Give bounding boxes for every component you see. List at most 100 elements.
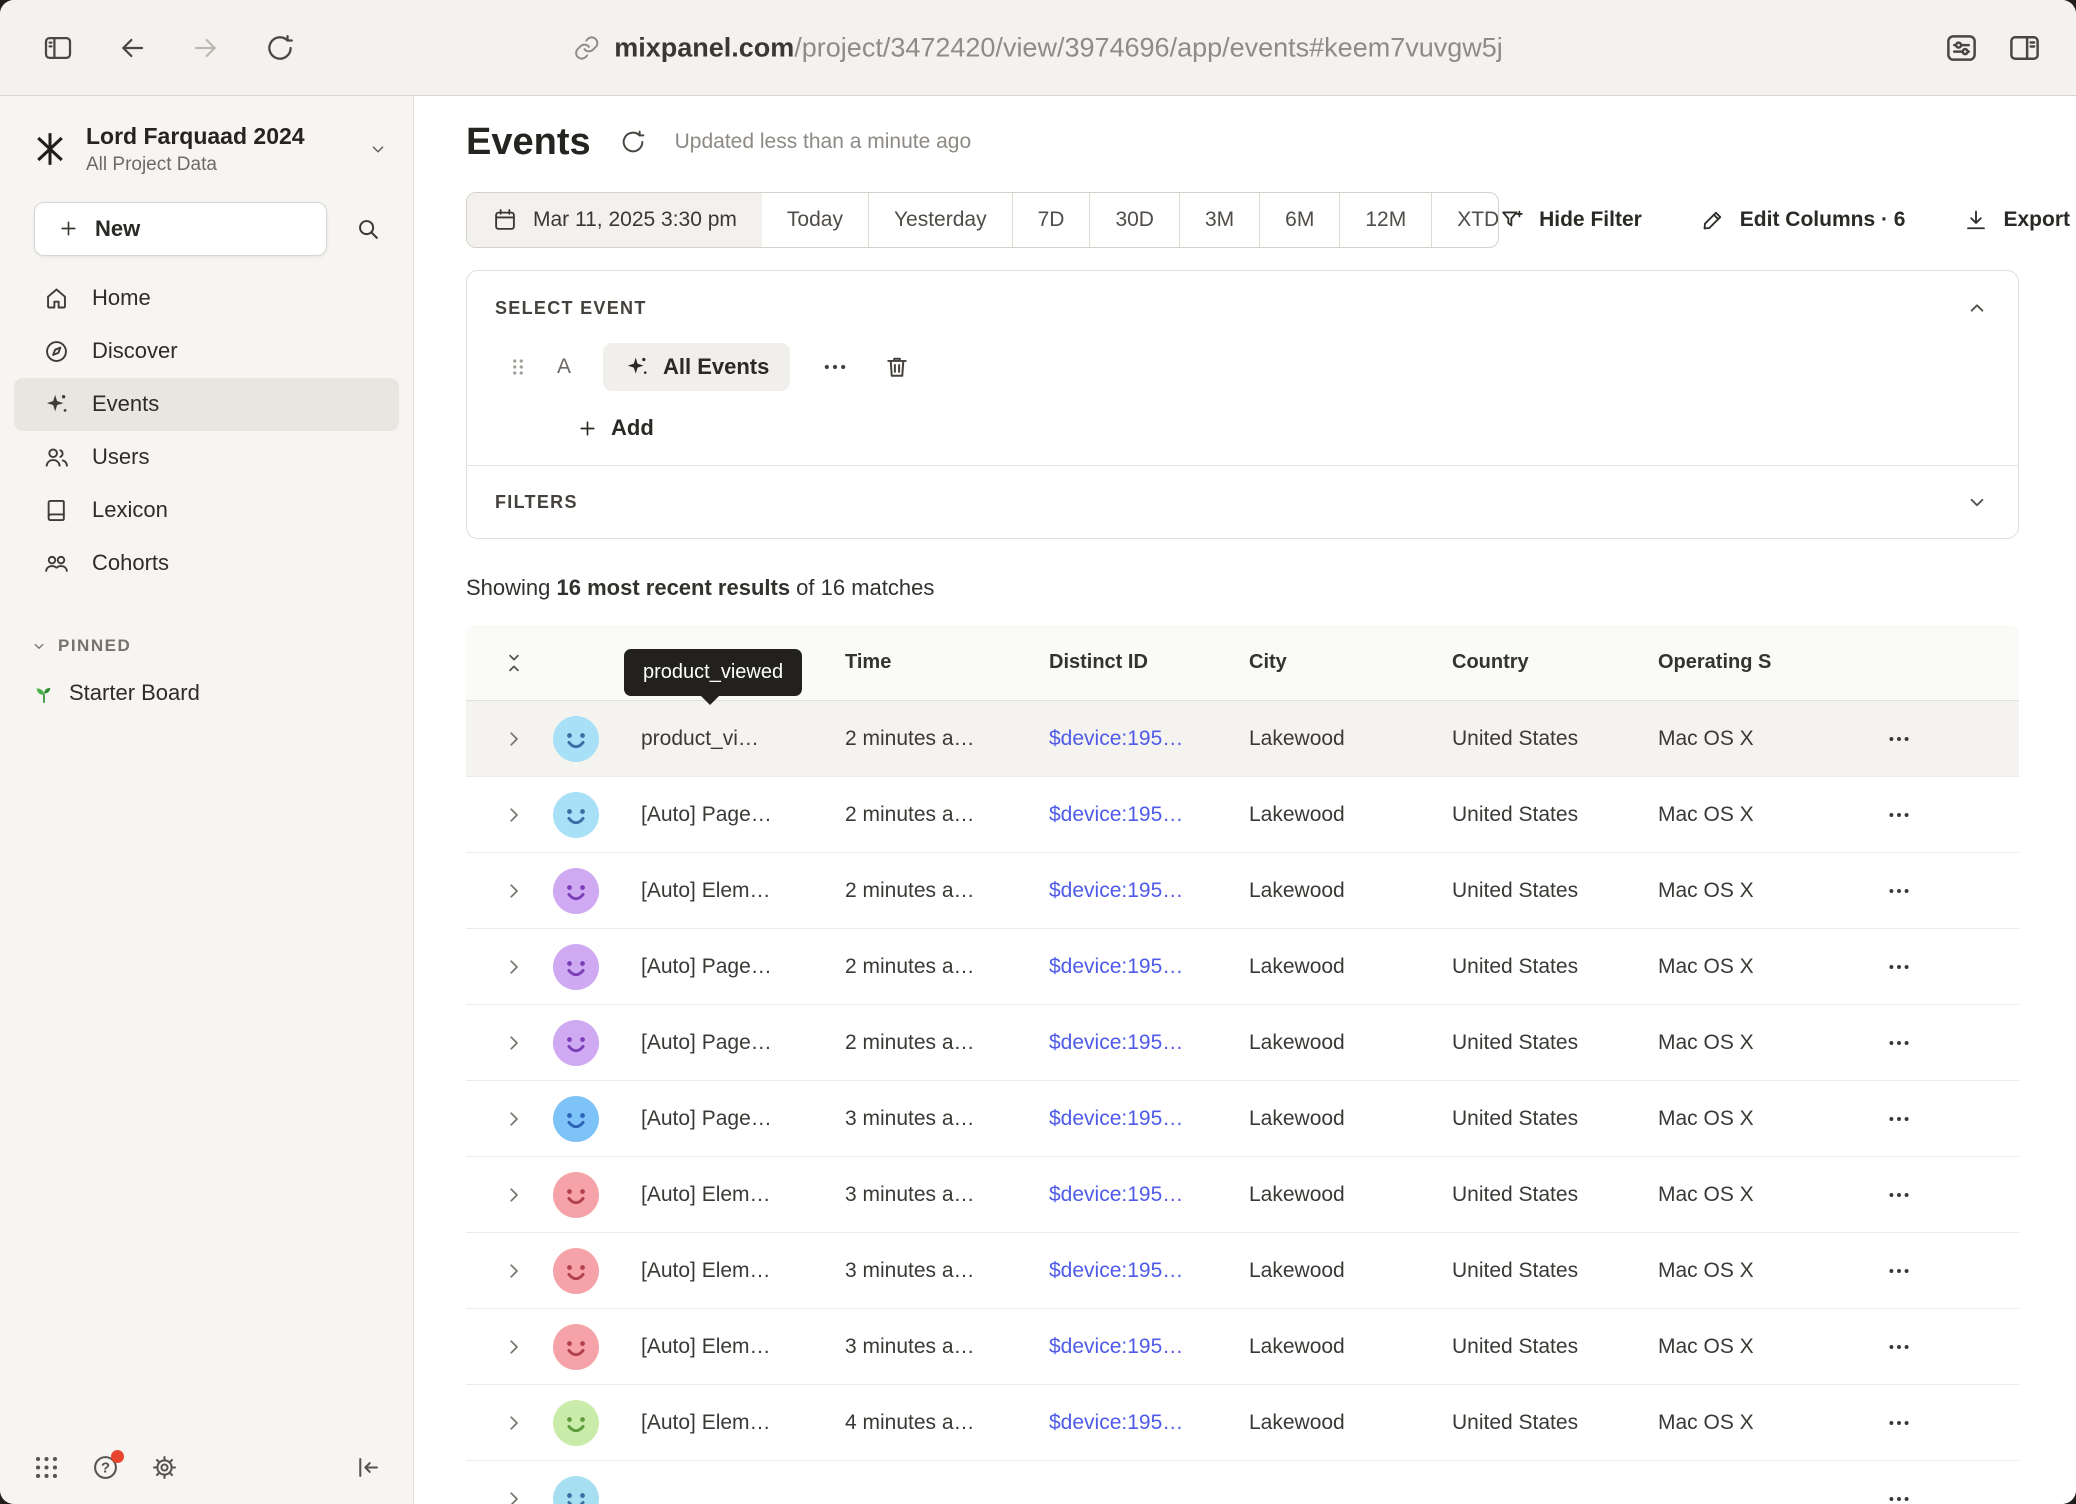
trash-icon[interactable] <box>880 350 914 384</box>
sidebar-item-label: Home <box>92 285 151 311</box>
range-7d-button[interactable]: 7D <box>1012 193 1090 247</box>
cell-distinct-id-link[interactable]: $device:195… <box>1049 1107 1249 1131</box>
row-expand-chevron[interactable] <box>502 1183 526 1207</box>
new-button[interactable]: New <box>34 202 327 256</box>
page-settings-icon[interactable] <box>1944 30 1979 65</box>
apps-grid-icon[interactable] <box>32 1453 61 1482</box>
range-xtd-button[interactable]: XTD <box>1431 193 1499 247</box>
table-row[interactable]: [Auto] Page…3 minutes a…$device:195…Lake… <box>466 1081 2019 1157</box>
refresh-icon[interactable] <box>619 128 647 156</box>
chevron-down-icon[interactable] <box>1964 489 1990 515</box>
table-row[interactable]: [Auto] Page…2 minutes a…$device:195…Lake… <box>466 777 2019 853</box>
pinned-section-header[interactable]: PINNED <box>30 636 413 656</box>
url-bar[interactable]: mixpanel.com/project/3472420/view/397469… <box>573 32 1503 63</box>
range-30d-button[interactable]: 30D <box>1089 193 1179 247</box>
table-row[interactable]: [Auto] Elem…3 minutes a…$device:195…Lake… <box>466 1233 2019 1309</box>
chevron-down-icon <box>367 138 389 160</box>
column-header-time[interactable]: Time <box>845 651 1049 674</box>
export-button[interactable]: Export <box>1963 207 2070 233</box>
range-6m-button[interactable]: 6M <box>1259 193 1339 247</box>
range-12m-button[interactable]: 12M <box>1339 193 1431 247</box>
sidebar-item-home[interactable]: Home <box>14 272 399 325</box>
event-avatar <box>553 1476 599 1504</box>
sidebar-item-label: Lexicon <box>92 497 168 523</box>
cell-distinct-id-link[interactable]: $device:195… <box>1049 803 1249 827</box>
workspace-switcher[interactable]: Lord Farquaad 2024 All Project Data <box>30 122 389 176</box>
cell-distinct-id-link[interactable]: $device:195… <box>1049 1411 1249 1435</box>
range-today-button[interactable]: Today <box>762 193 868 247</box>
sidebar-item-discover[interactable]: Discover <box>14 325 399 378</box>
row-actions-button[interactable] <box>1882 1406 1916 1440</box>
sidebar-item-starter-board[interactable]: Starter Board <box>32 680 413 706</box>
row-actions-button[interactable] <box>1882 950 1916 984</box>
edit-columns-label: Edit Columns · 6 <box>1740 208 1906 232</box>
cell-country: United States <box>1452 803 1658 827</box>
add-event-button[interactable]: Add <box>576 415 1990 441</box>
range-yesterday-button[interactable]: Yesterday <box>868 193 1012 247</box>
forward-icon[interactable] <box>190 32 222 64</box>
new-button-label: New <box>95 216 140 242</box>
cell-distinct-id-link[interactable]: $device:195… <box>1049 1259 1249 1283</box>
reload-icon[interactable] <box>264 32 296 64</box>
row-actions-button[interactable] <box>1882 1102 1916 1136</box>
row-expand-chevron[interactable] <box>502 1335 526 1359</box>
cell-distinct-id-link[interactable]: $device:195… <box>1049 1183 1249 1207</box>
cell-distinct-id-link[interactable]: $device:195… <box>1049 727 1249 751</box>
row-expand-chevron[interactable] <box>502 727 526 751</box>
date-picker-button[interactable]: Mar 11, 2025 3:30 pm <box>467 193 762 247</box>
table-row[interactable]: [Auto] Page…2 minutes a…$device:195…Lake… <box>466 1005 2019 1081</box>
split-view-icon[interactable] <box>2007 30 2042 65</box>
hide-filter-button[interactable]: Hide Filter <box>1499 207 1642 233</box>
row-actions-button[interactable] <box>1882 1482 1916 1504</box>
sidebar-item-users[interactable]: Users <box>14 431 399 484</box>
drag-handle-icon[interactable] <box>505 354 531 380</box>
table-row[interactable]: [Auto] Elem…4 minutes a…$device:195…Lake… <box>466 1385 2019 1461</box>
row-expand-chevron[interactable] <box>502 1411 526 1435</box>
cell-distinct-id-link[interactable]: $device:195… <box>1049 955 1249 979</box>
column-header-os[interactable]: Operating S <box>1658 651 1882 674</box>
row-expand-chevron[interactable] <box>502 1259 526 1283</box>
row-expand-chevron[interactable] <box>502 879 526 903</box>
table-row[interactable]: product_vi…2 minutes a…$device:195…Lakew… <box>466 701 2019 777</box>
row-actions-button[interactable] <box>1882 1026 1916 1060</box>
column-header-distinct-id[interactable]: Distinct ID <box>1049 651 1249 674</box>
filters-section[interactable]: FILTERS <box>467 466 2018 538</box>
row-expand-chevron[interactable] <box>502 803 526 827</box>
row-actions-button[interactable] <box>1882 874 1916 908</box>
sidebar-item-cohorts[interactable]: Cohorts <box>14 537 399 590</box>
row-expand-chevron[interactable] <box>502 955 526 979</box>
row-actions-button[interactable] <box>1882 1254 1916 1288</box>
cell-distinct-id-link[interactable]: $device:195… <box>1049 1031 1249 1055</box>
row-expand-chevron[interactable] <box>502 1487 526 1504</box>
table-row[interactable]: [Auto] Elem…3 minutes a…$device:195…Lake… <box>466 1157 2019 1233</box>
row-actions-button[interactable] <box>1882 722 1916 756</box>
collapse-sidebar-icon[interactable] <box>354 1453 383 1482</box>
settings-gear-icon[interactable] <box>150 1453 179 1482</box>
edit-columns-button[interactable]: Edit Columns · 6 <box>1700 207 1906 233</box>
row-expand-chevron[interactable] <box>502 1107 526 1131</box>
column-header-country[interactable]: Country <box>1452 651 1658 674</box>
table-row[interactable]: [Auto] Elem…2 minutes a…$device:195…Lake… <box>466 853 2019 929</box>
search-button[interactable] <box>345 206 391 252</box>
collapse-all-rows-icon[interactable] <box>502 651 526 675</box>
column-header-city[interactable]: City <box>1249 651 1452 674</box>
row-actions-button[interactable] <box>1882 1330 1916 1364</box>
chevron-up-icon[interactable] <box>1964 295 1990 321</box>
event-selector-pill[interactable]: All Events <box>603 343 790 391</box>
row-actions-button[interactable] <box>1882 798 1916 832</box>
help-icon[interactable]: ? <box>91 1453 120 1482</box>
sidebar-item-lexicon[interactable]: Lexicon <box>14 484 399 537</box>
sidebar-toggle-icon[interactable] <box>42 32 74 64</box>
cell-os: Mac OS X <box>1658 803 1882 827</box>
back-icon[interactable] <box>116 32 148 64</box>
row-actions-button[interactable] <box>1882 1178 1916 1212</box>
table-row[interactable] <box>466 1461 2019 1504</box>
row-expand-chevron[interactable] <box>502 1031 526 1055</box>
cell-distinct-id-link[interactable]: $device:195… <box>1049 1335 1249 1359</box>
event-options-button[interactable] <box>818 350 852 384</box>
range-3m-button[interactable]: 3M <box>1179 193 1259 247</box>
cell-distinct-id-link[interactable]: $device:195… <box>1049 879 1249 903</box>
table-row[interactable]: [Auto] Elem…3 minutes a…$device:195…Lake… <box>466 1309 2019 1385</box>
sidebar-item-events[interactable]: Events <box>14 378 399 431</box>
table-row[interactable]: [Auto] Page…2 minutes a…$device:195…Lake… <box>466 929 2019 1005</box>
